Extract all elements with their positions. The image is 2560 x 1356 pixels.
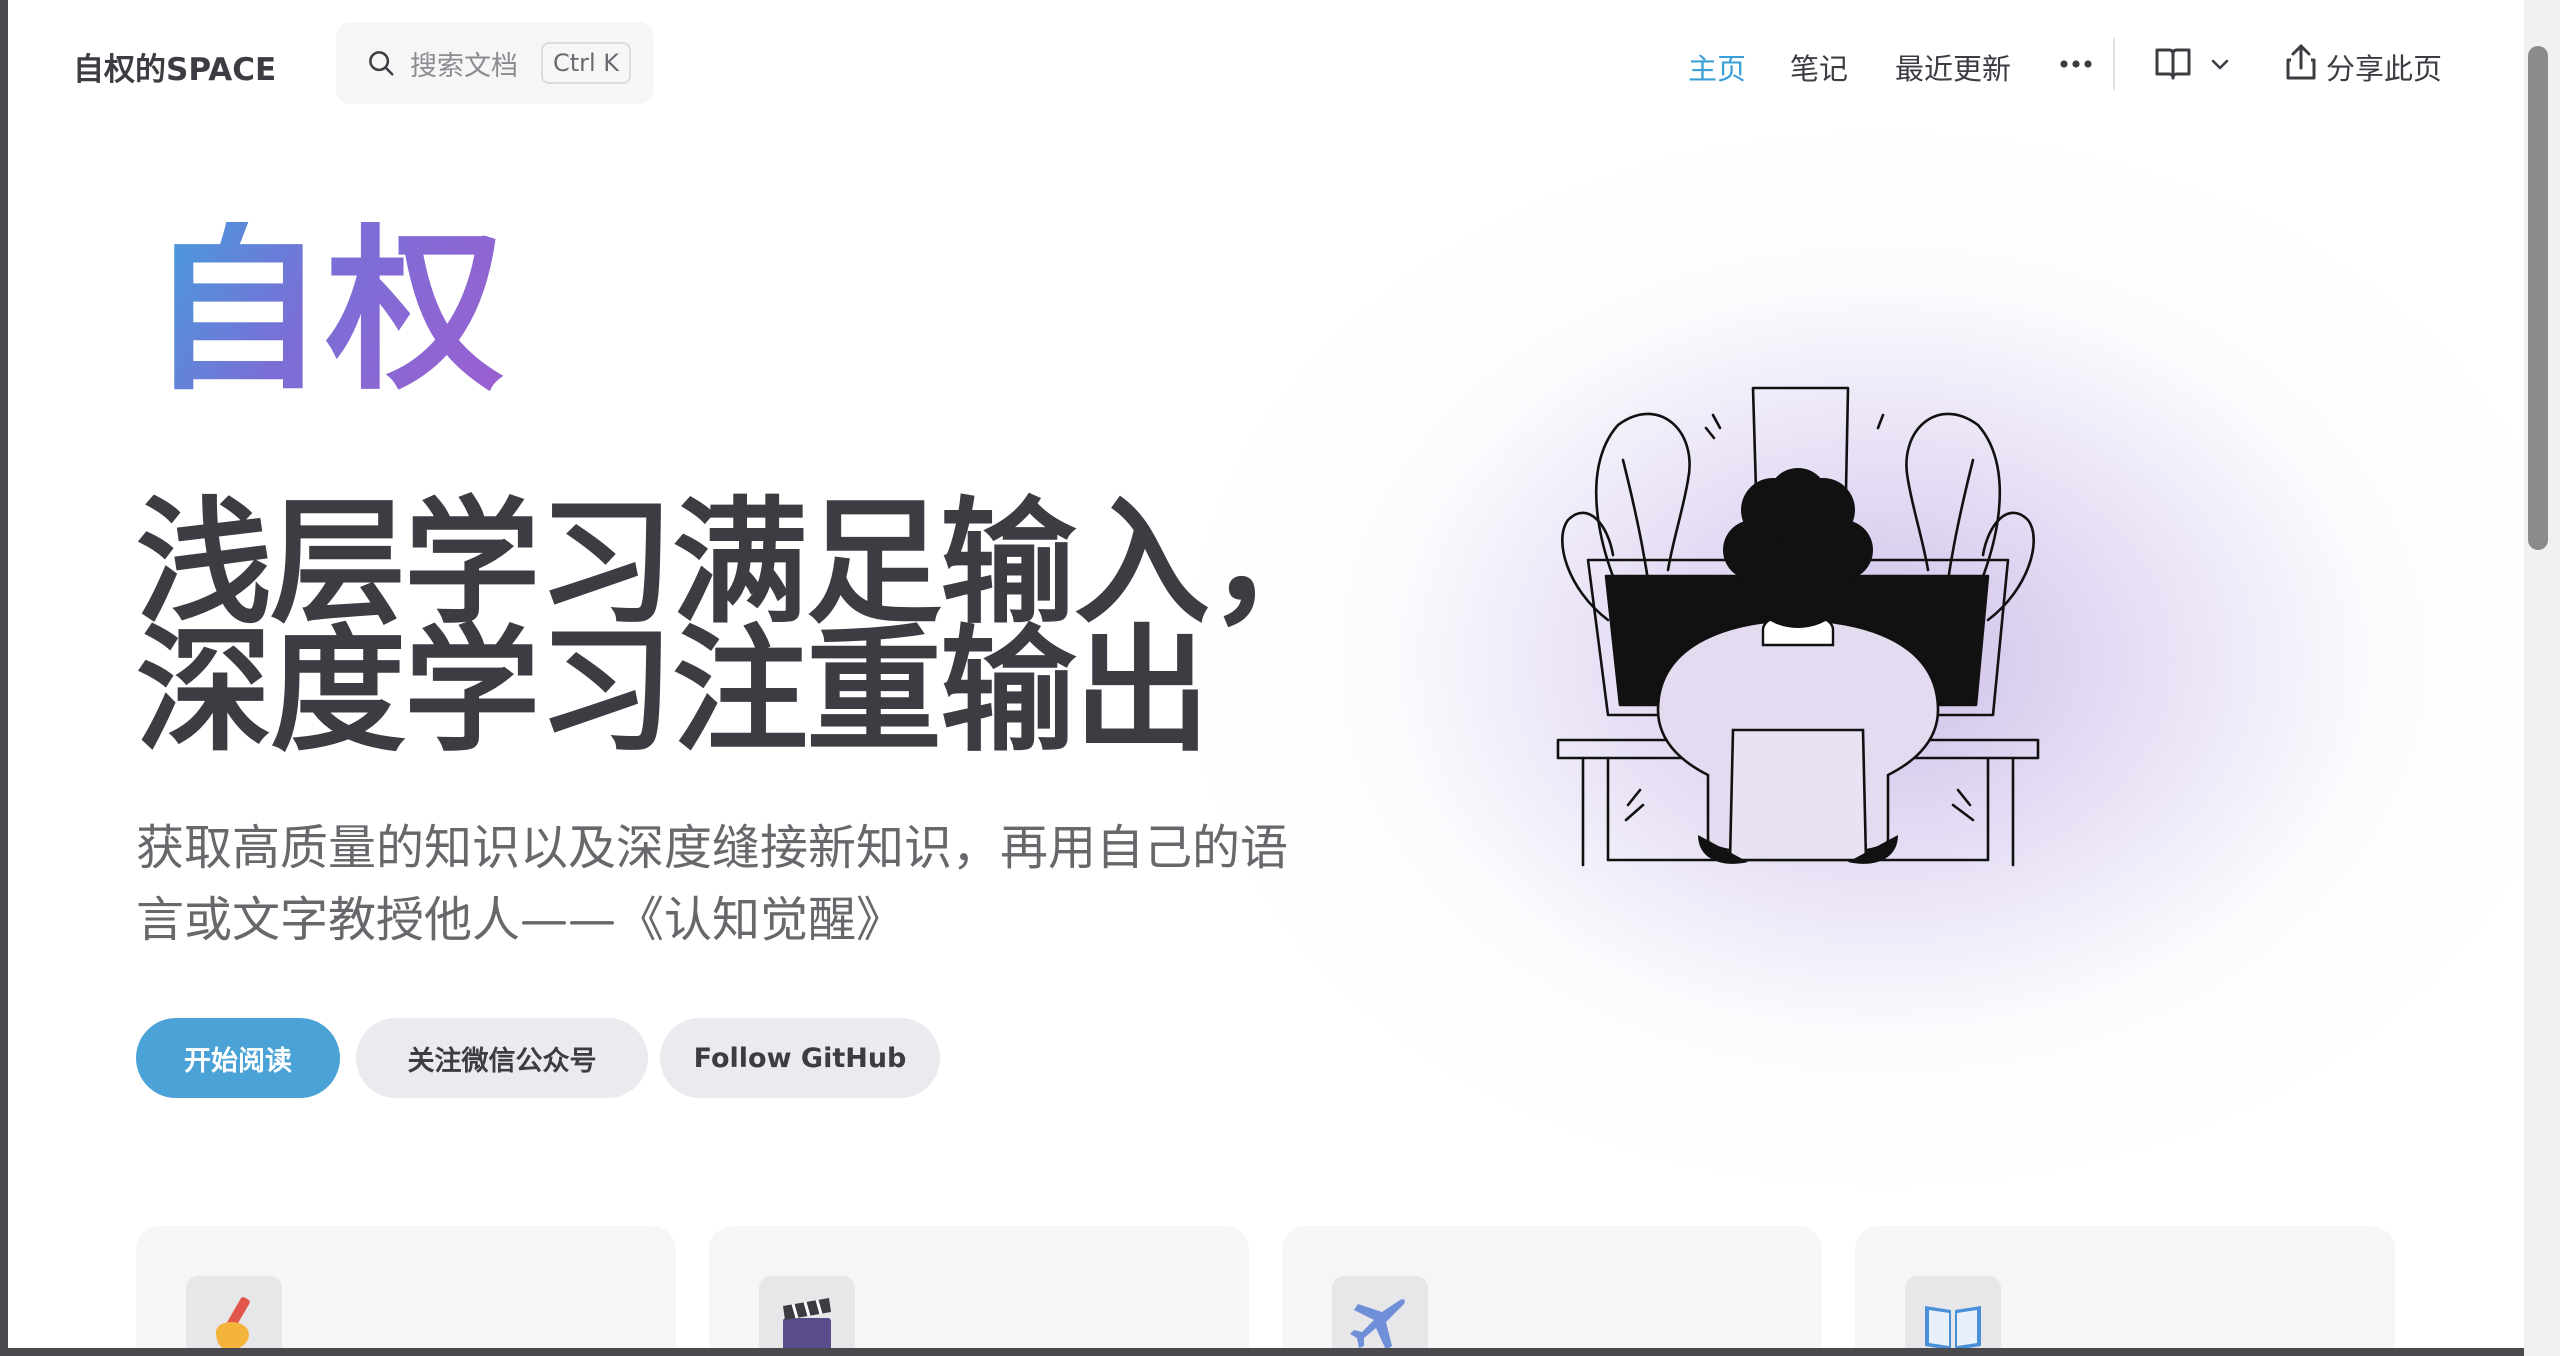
search-box[interactable]: 搜索文档 Ctrl K	[336, 22, 654, 104]
follow-wechat-button[interactable]: 关注微信公众号	[356, 1018, 648, 1098]
share-icon[interactable]	[2283, 42, 2319, 82]
feature-card[interactable]	[136, 1226, 676, 1348]
nav-link-home[interactable]: 主页	[1688, 46, 1746, 88]
airplane-icon	[1332, 1276, 1428, 1348]
book-icon[interactable]	[2153, 44, 2193, 82]
hero-headline-line1: 浅层学习满足输入，	[136, 485, 1344, 643]
nav-link-notes[interactable]: 笔记	[1790, 46, 1848, 88]
scrollbar-thumb[interactable]	[2528, 46, 2548, 550]
hero-tagline: 获取高质量的知识以及深度缝接新知识，再用自己的语言或文字教授他人——《认知觉醒》	[136, 820, 1289, 948]
site-title[interactable]: 自权的SPACE	[73, 44, 276, 89]
feature-card[interactable]	[1855, 1226, 2395, 1348]
hero-illustration	[1556, 386, 2040, 867]
nav-link-recent[interactable]: 最近更新	[1895, 46, 2011, 88]
chevron-down-icon[interactable]	[2208, 52, 2232, 76]
writing-hand-icon	[186, 1276, 282, 1348]
search-placeholder: 搜索文档	[410, 50, 518, 82]
open-book-icon	[1905, 1276, 2001, 1348]
more-dots-icon[interactable]	[2056, 52, 2096, 76]
feature-card[interactable]	[1282, 1226, 1822, 1348]
search-icon	[369, 51, 394, 76]
share-page-button[interactable]: 分享此页	[2326, 46, 2442, 88]
clapper-board-icon	[759, 1276, 855, 1348]
hero-headline-line2: 深度学习注重输出	[136, 613, 1210, 771]
follow-github-button[interactable]: Follow GitHub	[660, 1018, 940, 1098]
top-nav: 自权的SPACE 搜索文档 Ctrl K 主页 笔记 最近更新 分享此页	[8, 0, 2524, 128]
search-shortcut-badge: Ctrl K	[541, 42, 631, 84]
page-viewport: 自权的SPACE 搜索文档 Ctrl K 主页 笔记 最近更新 分享此页 自权 …	[8, 0, 2524, 1348]
hero-headline: 浅层学习满足输入， 深度学习注重输出	[136, 485, 1344, 771]
start-reading-button[interactable]: 开始阅读	[136, 1018, 340, 1098]
nav-divider	[2113, 38, 2115, 90]
feature-card[interactable]	[709, 1226, 1249, 1348]
hero-name: 自权	[148, 207, 504, 414]
